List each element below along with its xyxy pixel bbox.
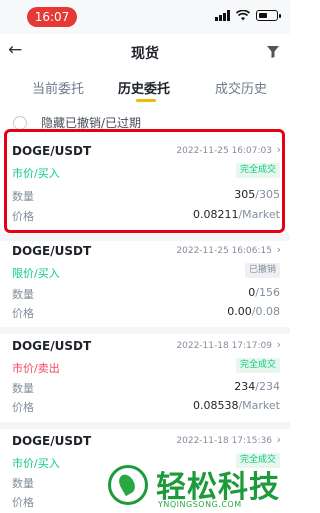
hide-cancelled-checkbox[interactable] xyxy=(13,115,27,130)
status-badge: 完全成交 xyxy=(235,358,280,373)
order-item[interactable]: DOGE/USDT 2022-11-18 17:17:09 › 市价/卖出 完全… xyxy=(0,331,290,427)
quantity-value: 234/234 xyxy=(234,380,280,393)
order-time: 2022-11-25 16:06:15 xyxy=(176,246,272,256)
price-label: 价格 xyxy=(12,307,34,320)
active-tab-indicator xyxy=(136,99,156,102)
chevron-right-icon: › xyxy=(276,243,281,256)
chevron-right-icon: › xyxy=(276,433,281,446)
order-type: 限价/买入 xyxy=(12,267,60,280)
order-pair: DOGE/USDT xyxy=(12,434,92,448)
price-value: 0.08538/Market xyxy=(192,399,280,412)
tab-order-history[interactable]: 历史委托 xyxy=(118,78,170,97)
battery-icon xyxy=(256,10,281,21)
tab-trade-history[interactable]: 成交历史 xyxy=(215,78,267,97)
quantity-label: 数量 xyxy=(12,382,34,395)
filter-icon[interactable] xyxy=(267,46,279,58)
price-label: 价格 xyxy=(12,496,34,509)
status-time: 16:07 xyxy=(27,7,77,27)
watermark: 轻松科技 YNQINGSONG.COM xyxy=(100,462,290,513)
order-tabs: 当前委托 历史委托 成交历史 xyxy=(0,74,290,108)
signal-icon xyxy=(215,10,230,21)
watermark-logo-icon xyxy=(108,465,148,505)
status-icons xyxy=(215,10,281,21)
chevron-right-icon: › xyxy=(276,338,281,351)
page-title: 现货 xyxy=(131,46,159,62)
quantity-label: 数量 xyxy=(12,288,34,301)
tab-open-orders[interactable]: 当前委托 xyxy=(32,78,84,97)
order-time: 2022-11-18 17:15:36 xyxy=(176,436,272,446)
status-bar: 16:07 xyxy=(0,0,290,34)
app-header: ← 现货 xyxy=(0,34,290,72)
highlight-box xyxy=(4,129,285,233)
price-label: 价格 xyxy=(12,401,34,414)
quantity-value: 0/156 xyxy=(248,286,280,299)
status-badge: 已撤销 xyxy=(244,263,280,278)
order-type: 市价/卖出 xyxy=(12,362,60,375)
watermark-url: YNQINGSONG.COM xyxy=(158,500,242,509)
order-type: 市价/买入 xyxy=(12,457,60,470)
order-pair: DOGE/USDT xyxy=(12,339,92,353)
wifi-icon xyxy=(236,10,250,21)
price-value: 0.00/0.08 xyxy=(227,305,280,318)
order-pair: DOGE/USDT xyxy=(12,244,92,258)
quantity-label: 数量 xyxy=(12,477,34,490)
order-item[interactable]: DOGE/USDT 2022-11-25 16:06:15 › 限价/买入 已撤… xyxy=(0,236,290,332)
order-time: 2022-11-18 17:17:09 xyxy=(176,341,272,351)
